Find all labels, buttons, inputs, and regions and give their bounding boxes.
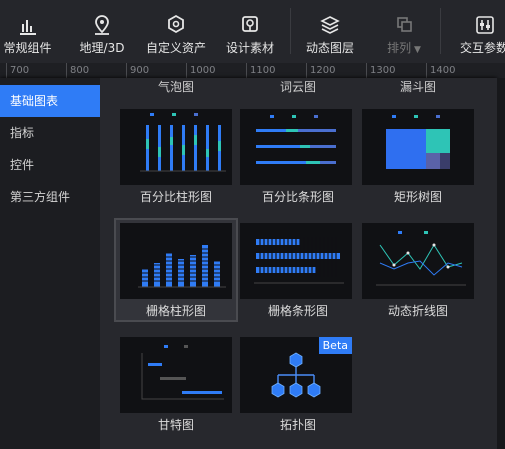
grid-column-chart-thumb — [120, 223, 232, 299]
card-grid-bar-chart[interactable]: 栅格条形图 — [238, 220, 358, 320]
ruler-tick: 900 — [126, 63, 149, 78]
toolbar-geo-3d[interactable]: 地理/3D — [74, 0, 130, 63]
toolbar-dynamic-layers[interactable]: 动态图层 — [304, 0, 356, 63]
map-pin-icon — [92, 0, 112, 36]
card-label: 拓扑图 — [279, 418, 316, 432]
toolbar-design-assets[interactable]: 设计素材 — [224, 0, 276, 63]
grid-bar-chart-thumb — [240, 223, 352, 299]
ruler-tick: 1200 — [306, 63, 335, 78]
card-label: 动态折线图 — [387, 304, 448, 318]
sidebar-item-basic-charts[interactable]: 基础图表 — [0, 85, 100, 117]
toolbar-label: 地理/3D — [79, 41, 125, 55]
card-gantt-chart[interactable]: 甘特图 — [116, 334, 236, 434]
chart-gallery: 气泡图 词云图 漏斗图 百分比柱形图 百分比条形图 矩形树图 栅格柱形图 栅格条… — [100, 78, 497, 449]
topology-thumb: Beta — [240, 337, 352, 413]
canvas-ruler: 700 800 900 1000 1100 1200 1300 1400 — [0, 63, 505, 79]
toolbar-arrange[interactable]: 排列 ▼ — [382, 0, 426, 63]
percent-column-chart-thumb — [120, 109, 232, 185]
sidebar-item-controls[interactable]: 控件 — [0, 149, 100, 181]
card-dynamic-line-chart[interactable]: 动态折线图 — [358, 220, 478, 320]
card-treemap[interactable]: 矩形树图 — [358, 106, 478, 206]
treemap-thumb — [362, 109, 474, 185]
toolbar-label: 自定义资产 — [145, 41, 206, 55]
card-label: 矩形树图 — [393, 190, 442, 204]
ruler-tick: 1300 — [366, 63, 395, 78]
beta-badge: Beta — [318, 337, 352, 354]
ruler-tick: 1400 — [426, 63, 455, 78]
ruler-tick: 800 — [66, 63, 89, 78]
panel-scrollbar[interactable] — [497, 78, 505, 449]
toolbar-label: 设计素材 — [225, 41, 274, 55]
toolbar-label: 交互参数 — [460, 41, 505, 55]
dynamic-line-chart-thumb — [362, 223, 474, 299]
toolbar-custom-assets[interactable]: 自定义资产 — [144, 0, 208, 63]
toolbar-divider — [440, 8, 441, 54]
arrange-label: 排列 — [387, 41, 412, 55]
component-picker-panel: 基础图表 指标 控件 第三方组件 气泡图 词云图 漏斗图 百分比柱形图 百分比条… — [0, 78, 497, 449]
card-label-wordcloud[interactable]: 词云图 — [238, 78, 358, 95]
caret-down-icon: ▼ — [411, 45, 421, 55]
toolbar-label: 动态图层 — [305, 41, 354, 55]
card-label: 百分比条形图 — [261, 190, 334, 204]
design-asset-icon — [240, 0, 260, 36]
arrange-icon — [394, 0, 414, 36]
percent-bar-chart-thumb — [240, 109, 352, 185]
card-label: 栅格条形图 — [267, 304, 328, 318]
ruler-tick: 700 — [6, 63, 29, 78]
card-label-bubble[interactable]: 气泡图 — [116, 78, 236, 95]
card-percent-bar-chart[interactable]: 百分比条形图 — [238, 106, 358, 206]
card-grid-column-chart[interactable]: 栅格柱形图 — [114, 218, 238, 322]
toolbar-label: 排列 ▼ — [387, 39, 421, 56]
bar-chart-icon — [18, 0, 38, 36]
hexagon-icon — [166, 0, 186, 36]
toolbar-regular-components[interactable]: 常规组件 — [0, 0, 55, 63]
ruler-tick: 1000 — [186, 63, 215, 78]
card-label: 百分比柱形图 — [139, 190, 212, 204]
toolbar: 常规组件 地理/3D 自定义资产 设计素材 动态图层 排列 ▼ 交互参数 — [0, 0, 505, 64]
gantt-chart-thumb — [120, 337, 232, 413]
layers-icon — [319, 0, 341, 36]
toolbar-divider — [290, 8, 291, 54]
ruler-tick: 1100 — [246, 63, 275, 78]
card-label: 甘特图 — [157, 418, 194, 432]
card-topology[interactable]: Beta 拓扑图 — [238, 334, 358, 434]
category-sidebar: 基础图表 指标 控件 第三方组件 — [0, 78, 100, 449]
card-percent-column-chart[interactable]: 百分比柱形图 — [116, 106, 236, 206]
card-label: 栅格柱形图 — [145, 304, 206, 318]
toolbar-interaction-params[interactable]: 交互参数 — [460, 0, 505, 63]
sidebar-item-third-party[interactable]: 第三方组件 — [0, 181, 100, 213]
toolbar-label: 常规组件 — [3, 41, 52, 55]
card-label-funnel[interactable]: 漏斗图 — [358, 78, 478, 95]
interaction-icon — [460, 0, 505, 36]
sidebar-item-indicators[interactable]: 指标 — [0, 117, 100, 149]
